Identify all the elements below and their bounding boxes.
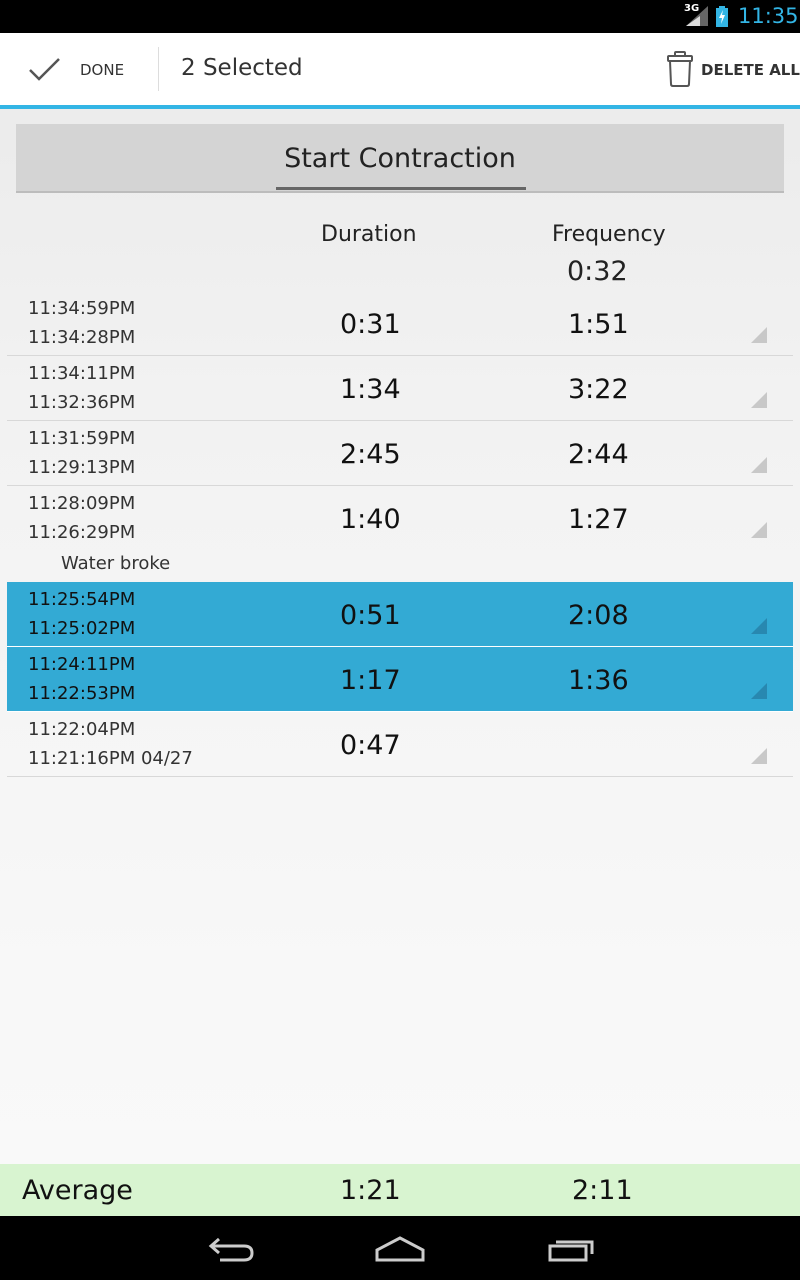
battery-charging-icon (716, 6, 728, 27)
status-clock: 11:35 (738, 4, 799, 28)
average-bar: Average 1:21 2:11 (0, 1164, 800, 1216)
frequency-value: 3:22 (568, 374, 629, 405)
corner-triangle-icon (751, 457, 767, 473)
signal-icon (686, 6, 708, 26)
end-time: 11:31:59PM (28, 428, 136, 449)
start-time: 11:21:16PM 04/27 (28, 748, 193, 769)
selection-count: 2 Selected (181, 55, 303, 81)
duration-value: 1:17 (340, 665, 401, 696)
corner-triangle-icon (751, 618, 767, 634)
contraction-note: Water broke (61, 553, 171, 574)
end-time: 11:34:59PM (28, 298, 136, 319)
start-contraction-label: Start Contraction (284, 143, 516, 174)
end-time: 11:24:11PM (28, 654, 136, 675)
corner-triangle-icon (751, 392, 767, 408)
delete-all-button[interactable]: DELETE ALL (660, 33, 800, 105)
duration-value: 0:47 (340, 730, 401, 761)
end-time: 11:28:09PM (28, 493, 136, 514)
contraction-row[interactable]: 11:22:04PM 11:21:16PM 04/27 0:47 (7, 712, 793, 777)
contraction-row[interactable]: 11:31:59PM 11:29:13PM 2:45 2:44 (7, 421, 793, 486)
status-bar: 3G 11:35 (0, 0, 800, 33)
corner-triangle-icon (751, 327, 767, 343)
average-label: Average (22, 1175, 133, 1206)
duration-value: 1:40 (340, 504, 401, 535)
end-time: 11:25:54PM (28, 589, 136, 610)
navigation-bar (0, 1216, 800, 1280)
contraction-row[interactable]: 11:34:11PM 11:32:36PM 1:34 3:22 (7, 356, 793, 421)
contextual-action-bar: DONE 2 Selected DELETE ALL (0, 33, 800, 109)
contraction-row-selected[interactable]: 11:24:11PM 11:22:53PM 1:17 1:36 (7, 647, 793, 712)
done-label: DONE (80, 61, 125, 79)
frequency-header: Frequency (552, 222, 666, 247)
duration-header: Duration (321, 222, 417, 247)
checkmark-icon (29, 58, 60, 81)
start-contraction-button[interactable]: Start Contraction (16, 124, 784, 193)
average-duration: 1:21 (340, 1175, 401, 1206)
end-time: 11:34:11PM (28, 363, 136, 384)
start-time: 11:29:13PM (28, 457, 136, 478)
start-time: 11:32:36PM (28, 392, 136, 413)
action-bar-divider (158, 47, 159, 91)
corner-triangle-icon (751, 683, 767, 699)
recents-icon[interactable] (546, 1232, 598, 1264)
duration-value: 0:31 (340, 309, 401, 340)
back-icon[interactable] (204, 1232, 256, 1264)
home-icon[interactable] (374, 1232, 426, 1264)
frequency-value: 2:44 (568, 439, 629, 470)
corner-triangle-icon (751, 748, 767, 764)
delete-all-label: DELETE ALL (701, 61, 800, 79)
button-underline (276, 187, 526, 190)
current-frequency: 0:32 (567, 256, 628, 287)
contraction-row-selected[interactable]: 11:25:54PM 11:25:02PM 0:51 2:08 (7, 582, 793, 647)
end-time: 11:22:04PM (28, 719, 136, 740)
frequency-value: 1:51 (568, 309, 629, 340)
done-button[interactable]: DONE (0, 33, 158, 105)
duration-value: 0:51 (340, 600, 401, 631)
frequency-value: 1:27 (568, 504, 629, 535)
start-time: 11:34:28PM (28, 327, 136, 348)
start-time: 11:22:53PM (28, 683, 136, 704)
start-time: 11:25:02PM (28, 618, 136, 639)
frequency-value: 2:08 (568, 600, 629, 631)
duration-value: 1:34 (340, 374, 401, 405)
corner-triangle-icon (751, 522, 767, 538)
frequency-value: 1:36 (568, 665, 629, 696)
start-time: 11:26:29PM (28, 522, 136, 543)
duration-value: 2:45 (340, 439, 401, 470)
trash-icon (667, 51, 693, 87)
contraction-row[interactable]: 11:34:59PM 11:34:28PM 0:31 1:51 (7, 291, 793, 356)
average-frequency: 2:11 (572, 1175, 633, 1206)
